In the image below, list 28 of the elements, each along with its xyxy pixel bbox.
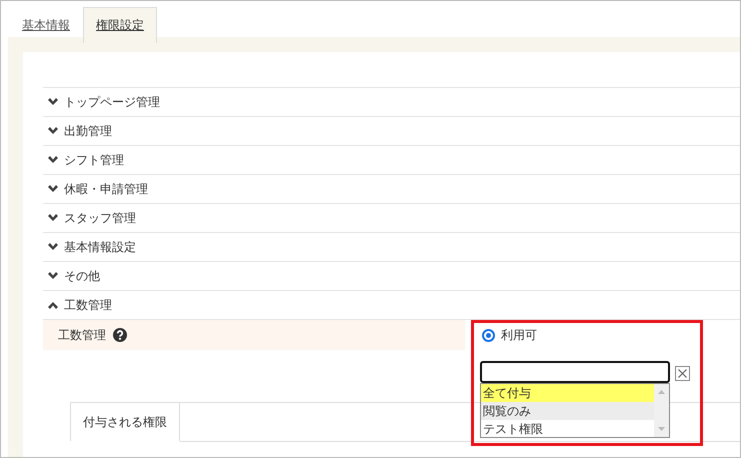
radio-option[interactable]: 利用可 <box>482 327 537 344</box>
chevron-down-icon <box>47 184 59 194</box>
help-icon[interactable] <box>113 328 127 342</box>
section-header[interactable]: トップページ管理 <box>43 87 740 116</box>
radio-button[interactable] <box>482 329 495 342</box>
section-header[interactable]: その他 <box>43 261 740 290</box>
section-header[interactable]: スタッフ管理 <box>43 203 740 232</box>
chevron-down-icon <box>47 242 59 252</box>
section-header[interactable]: 工数管理 <box>43 290 740 319</box>
tab[interactable]: 権限設定 <box>83 7 157 43</box>
dropdown-option[interactable]: 全て付与 <box>481 384 654 402</box>
chevron-down-icon <box>47 126 59 136</box>
select-field[interactable] <box>480 361 670 383</box>
close-icon[interactable] <box>675 366 690 381</box>
chevron-down-icon <box>47 97 59 107</box>
section-header[interactable]: シフト管理 <box>43 145 740 174</box>
tab[interactable]: 付与される権限 <box>70 403 180 441</box>
chevron-down-icon <box>47 271 59 281</box>
chevron-down-icon <box>47 213 59 223</box>
tab[interactable]: 基本情報 <box>9 7 83 43</box>
section-header[interactable]: 基本情報設定 <box>43 232 740 261</box>
section-header[interactable]: 出勤管理 <box>43 116 740 145</box>
chevron-up-icon <box>47 300 59 310</box>
dropdown-option[interactable]: テスト権限 <box>481 420 654 438</box>
permission-label: 工数管理 <box>58 326 106 344</box>
chevron-down-icon <box>47 155 59 165</box>
section-header[interactable]: 休暇・申請管理 <box>43 174 740 203</box>
dropdown-option[interactable]: 閲覧のみ <box>481 402 654 420</box>
